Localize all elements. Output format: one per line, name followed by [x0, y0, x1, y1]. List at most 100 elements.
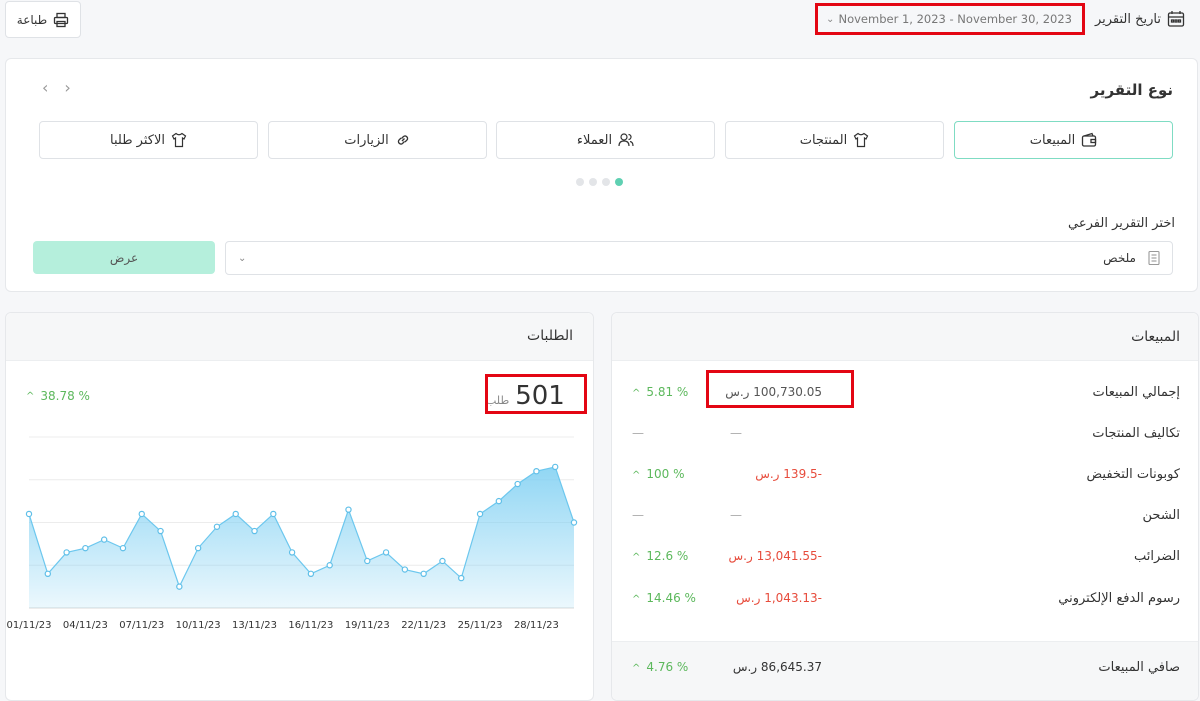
print-button[interactable]: طباعة	[5, 1, 81, 38]
calendar-icon	[1167, 11, 1185, 27]
carousel-nav: ‹ ›	[42, 78, 71, 97]
sales-row-label: تكاليف المنتجات	[1092, 426, 1180, 441]
sales-net-value: 86,645.37 ر.س	[732, 660, 822, 674]
carousel-dot[interactable]	[589, 178, 597, 186]
chart-x-tick-label: 25/11/23	[458, 620, 503, 631]
sales-net-label: صافي المبيعات	[1098, 660, 1180, 675]
carousel-dot-active[interactable]	[615, 178, 623, 186]
tab-most-ordered[interactable]: الاكثر طلبا	[39, 121, 258, 159]
tab-label: الاكثر طلبا	[110, 132, 165, 148]
sales-row-label: الضرائب	[1133, 549, 1180, 564]
chart-point	[138, 510, 145, 518]
report-date: تاريخ التقرير	[1095, 9, 1185, 29]
chevron-left-icon[interactable]: ‹	[42, 78, 48, 97]
tab-label: المبيعات	[1029, 132, 1076, 148]
chevron-right-icon[interactable]: ›	[64, 78, 70, 97]
highlight-box	[706, 370, 854, 408]
tab-customers[interactable]: العملاء	[496, 121, 715, 159]
report-date-label: تاريخ التقرير	[1094, 11, 1161, 27]
sales-row-change: ^ 12.6 %	[632, 549, 688, 563]
arrow-up-icon: ^	[632, 470, 641, 481]
chart-x-tick-label: 22/11/23	[401, 620, 446, 631]
chart-point	[25, 510, 33, 518]
tab-products[interactable]: المنتجات	[725, 121, 944, 159]
chart-x-tick-label: 10/11/23	[176, 620, 221, 631]
chart-point	[458, 574, 465, 582]
chart-x-tick-label: 13/11/23	[232, 620, 277, 631]
chart-point	[251, 527, 258, 535]
printer-icon	[54, 12, 69, 27]
chart-point	[570, 519, 578, 526]
sales-header	[612, 313, 1198, 361]
chart-point	[420, 570, 427, 577]
sales-row-label: رسوم الدفع الإلكتروني	[1058, 591, 1180, 606]
chart-point	[495, 497, 503, 505]
sales-row-pct: —	[632, 508, 644, 522]
sales-row-pct: —	[632, 426, 644, 440]
sales-row-pct: 14.46 %	[646, 591, 696, 605]
chart-point	[213, 523, 221, 530]
report-type-title: نوع التقرير	[1090, 81, 1174, 99]
sales-row-value: —	[730, 508, 742, 522]
sales-title: المبيعات	[1131, 329, 1180, 345]
chart-point	[82, 544, 89, 552]
chart-x-tick-label: 28/11/23	[514, 620, 559, 631]
sales-row-change: ^ 5.81 %	[632, 385, 688, 399]
highlight-box	[485, 374, 587, 414]
chart-point	[382, 549, 390, 556]
orders-change: ^ 38.78 %	[26, 389, 90, 403]
link-icon	[397, 135, 408, 145]
users-icon	[618, 133, 634, 147]
sales-row-pct: 5.81 %	[646, 385, 689, 399]
highlight-box	[815, 3, 1085, 35]
chart-point	[401, 566, 409, 573]
chart-x-tick-label: 19/11/23	[345, 620, 390, 631]
sales-net-change: ^ 4.76 %	[632, 660, 688, 674]
view-button-label: عرض	[109, 250, 139, 265]
sales-row-label: كوبونات التخفيض	[1086, 467, 1180, 482]
sales-row-pct: 12.6 %	[646, 549, 689, 563]
chart-area	[29, 466, 574, 608]
sales-row-value: -1,043.13 ر.س	[736, 591, 822, 605]
sales-row-value: -13,041.55 ر.س	[728, 549, 823, 563]
chart-point	[288, 549, 296, 556]
carousel-dot[interactable]	[576, 178, 584, 186]
orders-header	[6, 313, 593, 361]
sub-report-label: اختر التقرير الفرعي	[1068, 216, 1175, 231]
arrow-up-icon: ^	[632, 388, 641, 399]
tab-sales[interactable]: المبيعات	[954, 121, 1173, 159]
sub-report-value: ملخص	[1103, 251, 1136, 265]
carousel-dots	[576, 178, 623, 186]
arrow-up-icon: ^	[632, 594, 641, 605]
chart-point	[63, 549, 70, 556]
chart-point	[194, 544, 202, 552]
chart-point	[176, 583, 183, 590]
chart-x-tick-label: 04/11/23	[63, 620, 108, 631]
arrow-up-icon: ^	[26, 390, 35, 402]
chart-point	[439, 557, 446, 565]
orders-pct: 38.78 %	[40, 389, 90, 403]
sales-row-label: إجمالي المبيعات	[1092, 385, 1180, 400]
chart-point	[307, 570, 315, 577]
tshirt-icon	[171, 132, 187, 148]
chart-point	[514, 480, 521, 488]
arrow-up-icon: ^	[632, 663, 641, 674]
chart-x-tick-label: 01/11/23	[7, 620, 52, 631]
sales-row-pct: 100 %	[646, 467, 685, 481]
chart-x-tick-label: 07/11/23	[119, 620, 164, 631]
arrow-up-icon: ^	[632, 552, 641, 563]
tab-label: الزيارات	[344, 132, 389, 148]
sales-row-value: —	[730, 426, 742, 440]
chevron-down-icon: ⌄	[238, 252, 247, 264]
chart-point	[345, 506, 352, 513]
carousel-dot[interactable]	[602, 178, 610, 186]
sub-report-select[interactable]: ⌄ ملخص	[225, 241, 1173, 275]
tab-visits[interactable]: الزيارات	[268, 121, 487, 159]
chart-point	[44, 570, 51, 577]
chart-point	[157, 527, 164, 535]
sales-row-value: -139.5 ر.س	[755, 467, 822, 481]
report-type-card: نوع التقرير ‹ › المبيعات المنتجات العملا…	[5, 58, 1198, 292]
chart-point	[364, 557, 371, 565]
document-icon	[1148, 250, 1160, 266]
view-button[interactable]: عرض	[33, 241, 215, 274]
